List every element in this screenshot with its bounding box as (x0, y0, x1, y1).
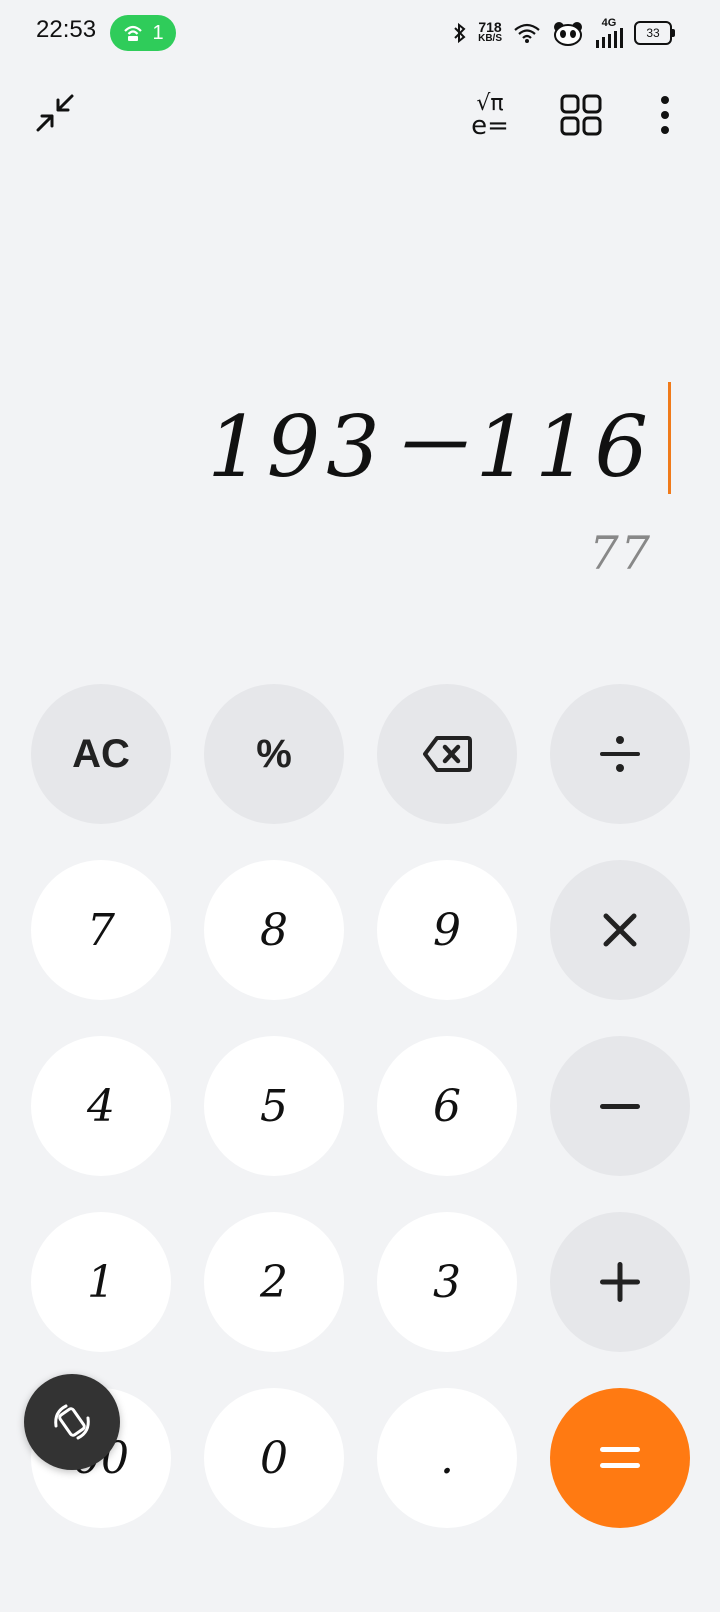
digit-2-button[interactable]: 2 (204, 1212, 344, 1352)
status-icons: 718 KB/S 4G 33 (452, 16, 675, 50)
plus-button[interactable] (550, 1212, 690, 1352)
scientific-functions-icon[interactable]: √π e= (460, 90, 520, 140)
battery-indicator: 33 (634, 21, 675, 45)
signal-icon (596, 28, 623, 48)
network-speed: 718 KB/S (478, 19, 502, 44)
multiply-button[interactable] (550, 860, 690, 1000)
result-preview: 77 (589, 526, 652, 580)
digit-3-button[interactable]: 3 (377, 1212, 517, 1352)
collapse-arrows-icon[interactable] (30, 88, 80, 138)
backspace-icon (423, 736, 472, 772)
rotate-screen-button[interactable] (24, 1374, 120, 1470)
clear-button[interactable]: AC (31, 684, 171, 824)
digit-9-button[interactable]: 9 (377, 860, 517, 1000)
expression-display[interactable]: 193－116 (207, 380, 654, 496)
backspace-button[interactable] (377, 684, 517, 824)
equals-icon (600, 1447, 640, 1468)
grid-icon[interactable] (558, 92, 604, 138)
status-time: 22:53 (36, 16, 97, 43)
minus-icon (600, 1104, 640, 1109)
minus-button[interactable] (550, 1036, 690, 1176)
text-cursor (668, 382, 671, 494)
panda-icon (554, 22, 582, 46)
divide-button[interactable] (550, 684, 690, 824)
digit-0-button[interactable]: 0 (204, 1388, 344, 1528)
rotate-screen-icon (54, 1404, 90, 1440)
digit-4-button[interactable]: 4 (31, 1036, 171, 1176)
digit-1-button[interactable]: 1 (31, 1212, 171, 1352)
hotspot-count: 1 (152, 21, 164, 44)
decimal-point-button[interactable]: . (377, 1388, 517, 1528)
plus-icon (600, 1262, 640, 1302)
cellular-signal: 4G (594, 18, 624, 48)
hotspot-icon (124, 25, 143, 41)
bluetooth-icon (454, 22, 466, 44)
equals-button[interactable] (550, 1388, 690, 1528)
more-vertical-icon[interactable] (650, 92, 680, 138)
multiply-icon (603, 913, 637, 947)
status-bar: 22:53 1 718 KB/S 4G 33 (0, 0, 720, 66)
digit-5-button[interactable]: 5 (204, 1036, 344, 1176)
digit-6-button[interactable]: 6 (377, 1036, 517, 1176)
battery-level: 33 (646, 26, 660, 40)
hotspot-indicator[interactable]: 1 (110, 15, 176, 51)
digit-8-button[interactable]: 8 (204, 860, 344, 1000)
digit-7-button[interactable]: 7 (31, 860, 171, 1000)
percent-button[interactable]: % (204, 684, 344, 824)
wifi-icon (514, 23, 540, 43)
divide-icon (600, 736, 640, 772)
